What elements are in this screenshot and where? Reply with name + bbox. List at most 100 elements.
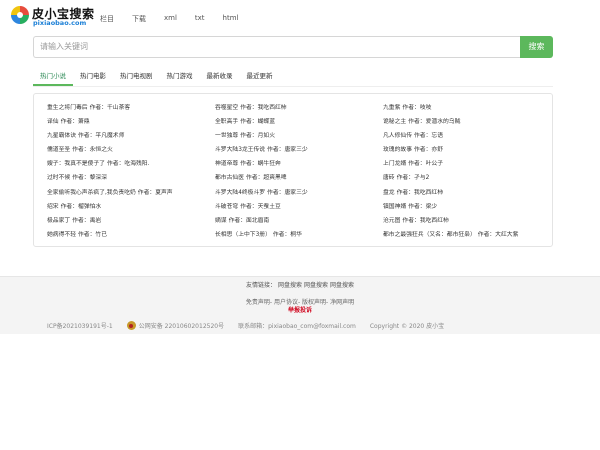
- book-title[interactable]: 盘龙: [383, 190, 395, 196]
- police-record[interactable]: 公网安备 22010602012520号: [126, 321, 224, 330]
- book-title[interactable]: 凡人修仙传: [383, 133, 412, 139]
- nav-link-xml[interactable]: xml: [164, 14, 177, 24]
- book-author[interactable]: 禹岩: [90, 218, 102, 224]
- book-title[interactable]: 镇国神婿: [383, 204, 406, 210]
- book-item[interactable]: 一世独尊 作者：月如火: [215, 129, 383, 143]
- book-item[interactable]: 儒道至圣 作者：永恒之火: [47, 143, 215, 157]
- book-author[interactable]: 吃海残阳.: [124, 161, 149, 167]
- book-title[interactable]: 九星霸体诀: [47, 133, 76, 139]
- book-author[interactable]: 千山茶客: [107, 105, 130, 111]
- search-button[interactable]: 搜索: [520, 36, 553, 58]
- book-item[interactable]: 都市之最强狂兵（又名：都市狂枭） 作者：大红大紫: [383, 228, 551, 242]
- tab-hot-novels[interactable]: 热门小说: [33, 70, 73, 86]
- nav-link-txt[interactable]: txt: [195, 14, 205, 24]
- search-input[interactable]: 请输入关键词: [33, 36, 521, 58]
- book-title[interactable]: 极品家丁: [47, 218, 70, 224]
- book-title[interactable]: 一世独尊: [215, 133, 238, 139]
- book-item[interactable]: 嫡谋 作者：面北眉南: [215, 214, 383, 228]
- book-item[interactable]: 唐砖 作者：孑与2: [383, 171, 551, 185]
- book-item[interactable]: 都市古仙医 作者：超爽黑啤: [215, 171, 383, 185]
- book-title[interactable]: 都市之最强狂兵（又名：都市狂枭）: [383, 232, 476, 238]
- book-item[interactable]: 绍宋 作者：榴弹怕水: [47, 200, 215, 214]
- book-item[interactable]: 沧元图 作者：我吃西红柿: [383, 214, 551, 228]
- book-title[interactable]: 长相思（上中下3册）: [215, 232, 271, 238]
- book-title[interactable]: 唐砖: [383, 175, 395, 181]
- book-author[interactable]: 叶公子: [426, 161, 443, 167]
- book-title[interactable]: 过时不候: [47, 175, 70, 181]
- book-item[interactable]: 九重紫 作者：吱吱: [383, 101, 551, 115]
- book-item[interactable]: 译仙 作者：萧鼎: [47, 115, 215, 129]
- book-title[interactable]: 重生之将门毒后: [47, 105, 88, 111]
- book-item[interactable]: 吞噬星空 作者：我吃西红柿: [215, 101, 383, 115]
- book-item[interactable]: 九星霸体诀 作者：平凡魔术师: [47, 129, 215, 143]
- book-title[interactable]: 吞噬星空: [215, 105, 238, 111]
- book-author[interactable]: 吱吱: [420, 105, 432, 111]
- book-author[interactable]: 黎深深: [90, 175, 107, 181]
- book-item[interactable]: 神道帝尊 作者：蜗牛狂奔: [215, 157, 383, 171]
- book-author[interactable]: 超爽黑啤: [263, 175, 286, 181]
- book-author[interactable]: 平凡魔术师: [95, 133, 124, 139]
- tab-latest-added[interactable]: 最新收录: [200, 70, 240, 86]
- book-author[interactable]: 蝴蝶蓝: [258, 119, 275, 125]
- tab-hot-games[interactable]: 热门游戏: [160, 70, 200, 86]
- friend-link[interactable]: 网盘搜索: [278, 282, 302, 289]
- book-author[interactable]: 唐家三少: [284, 147, 307, 153]
- book-item[interactable]: 凡人修仙传 作者：忘语: [383, 129, 551, 143]
- book-author[interactable]: 萧鼎: [78, 119, 90, 125]
- book-author[interactable]: 天蚕土豆: [258, 204, 281, 210]
- book-author[interactable]: 我吃西红柿: [414, 190, 443, 196]
- book-item[interactable]: 玫瑰的故事 作者：亦舒: [383, 143, 551, 157]
- book-item[interactable]: 全家偷听我心声杀疯了,我负责吃奶 作者：夏声声: [47, 186, 215, 200]
- book-author[interactable]: 桐华: [290, 232, 302, 238]
- friend-link[interactable]: 网盘搜索: [330, 282, 354, 289]
- nav-link-columns[interactable]: 栏目: [100, 14, 114, 24]
- icp-number[interactable]: ICP备2021039191号-1: [47, 321, 113, 330]
- book-author[interactable]: 爱潜水的乌贼: [426, 119, 461, 125]
- book-item[interactable]: 斗破苍穹 作者：天蚕土豆: [215, 200, 383, 214]
- book-title[interactable]: 九重紫: [383, 105, 400, 111]
- book-title[interactable]: 译仙: [47, 119, 59, 125]
- book-author[interactable]: 竹已: [95, 232, 107, 238]
- book-title[interactable]: 都市古仙医: [215, 175, 244, 181]
- book-title[interactable]: 儒道至圣: [47, 147, 70, 153]
- book-author[interactable]: 亦舒: [431, 147, 443, 153]
- book-title[interactable]: 神道帝尊: [215, 161, 238, 167]
- book-item[interactable]: 盘龙 作者：我吃西红柿: [383, 186, 551, 200]
- book-item[interactable]: 长相思（上中下3册） 作者：桐华: [215, 228, 383, 242]
- book-title[interactable]: 全家偷听我心声杀疯了,我负责吃奶: [47, 190, 136, 196]
- book-item[interactable]: 嫂子：我真不是傻子了 作者：吃海残阳.: [47, 157, 215, 171]
- book-author[interactable]: 孑与2: [414, 175, 429, 181]
- book-author[interactable]: 榴弹怕水: [78, 204, 101, 210]
- book-item[interactable]: 上门龙婿 作者：叶公子: [383, 157, 551, 171]
- book-title[interactable]: 全职高手: [215, 119, 238, 125]
- book-title[interactable]: 嫡谋: [215, 218, 227, 224]
- book-title[interactable]: 沧元图: [383, 218, 400, 224]
- site-logo[interactable]: 皮小宝搜索 pixiaobao.com: [10, 4, 94, 28]
- book-item[interactable]: 斗罗大陆3龙王传说 作者：唐家三少: [215, 143, 383, 157]
- book-item[interactable]: 极品家丁 作者：禹岩: [47, 214, 215, 228]
- book-item[interactable]: 全职高手 作者：蝴蝶蓝: [215, 115, 383, 129]
- book-item[interactable]: 重生之将门毒后 作者：千山茶客: [47, 101, 215, 115]
- book-title[interactable]: 斗破苍穹: [215, 204, 238, 210]
- book-title[interactable]: 诡秘之主: [383, 119, 406, 125]
- nav-link-html[interactable]: html: [223, 14, 239, 24]
- book-author[interactable]: 我吃西红柿: [258, 105, 287, 111]
- book-title[interactable]: 她病得不轻: [47, 232, 76, 238]
- book-author[interactable]: 永恒之火: [90, 147, 113, 153]
- book-item[interactable]: 诡秘之主 作者：爱潜水的乌贼: [383, 115, 551, 129]
- book-author[interactable]: 月如火: [258, 133, 275, 139]
- tab-hot-tv[interactable]: 热门电视剧: [113, 70, 160, 86]
- book-title[interactable]: 斗罗大陆3龙王传说: [215, 147, 265, 153]
- book-author[interactable]: 梁少: [426, 204, 438, 210]
- book-author[interactable]: 大红大紫: [495, 232, 518, 238]
- friend-link[interactable]: 网盘搜索: [304, 282, 328, 289]
- book-title[interactable]: 上门龙婿: [383, 161, 406, 167]
- book-title[interactable]: 玫瑰的故事: [383, 147, 412, 153]
- book-item[interactable]: 她病得不轻 作者：竹已: [47, 228, 215, 242]
- book-author[interactable]: 我吃西红柿: [420, 218, 449, 224]
- book-item[interactable]: 过时不候 作者：黎深深: [47, 171, 215, 185]
- tab-hot-movies[interactable]: 热门电影: [73, 70, 113, 86]
- book-item[interactable]: 镇国神婿 作者：梁少: [383, 200, 551, 214]
- book-author[interactable]: 夏声声: [155, 190, 172, 196]
- book-item[interactable]: 斗罗大陆4终极斗罗 作者：唐家三少: [215, 186, 383, 200]
